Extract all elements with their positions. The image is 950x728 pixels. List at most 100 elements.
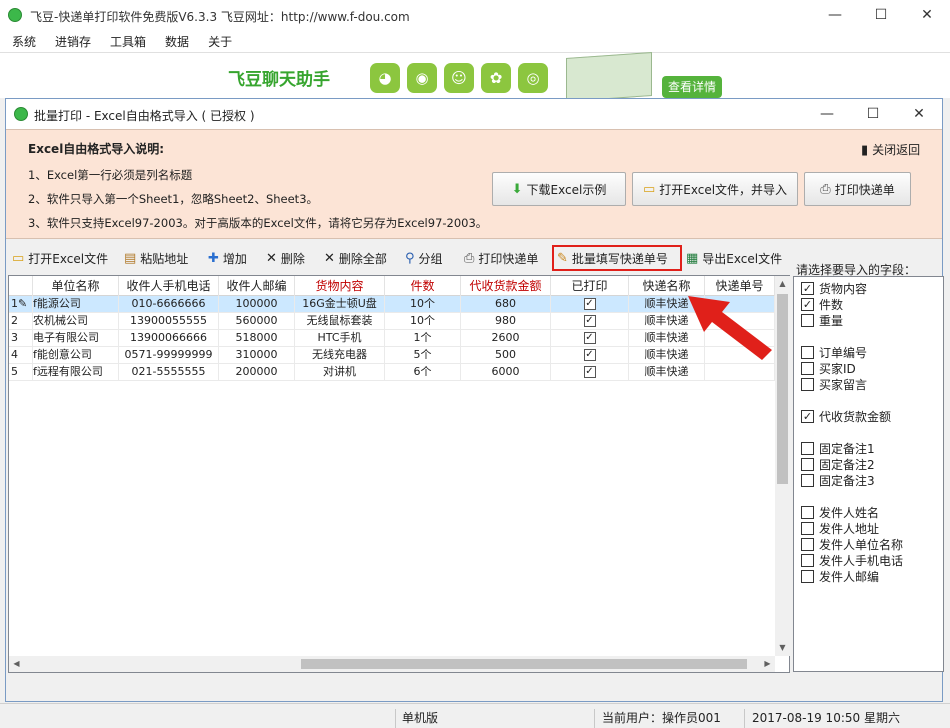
field-order-no[interactable]: 订单编号 <box>801 344 867 361</box>
checkbox-empty-icon[interactable] <box>801 522 814 535</box>
scroll-down-icon[interactable]: ▼ <box>775 640 790 656</box>
cell-qty[interactable]: 6个 <box>385 364 461 381</box>
table-row[interactable]: 2 农机械公司 13900055555 560000 无线鼠标套装 10个 98… <box>9 313 775 330</box>
cell-goods[interactable]: 16G金士顿U盘 <box>295 296 385 313</box>
dialog-maximize-icon[interactable]: ☐ <box>850 99 896 129</box>
cell-company[interactable]: f能创意公司 <box>33 347 119 364</box>
checkbox-empty-icon[interactable] <box>801 314 814 327</box>
cell-qty[interactable]: 10个 <box>385 313 461 330</box>
group-button[interactable]: ⚲ 分组 <box>405 248 443 268</box>
scroll-left-icon[interactable]: ◀ <box>9 656 24 672</box>
cell-zip[interactable]: 310000 <box>219 347 295 364</box>
cell-qty[interactable]: 1个 <box>385 330 461 347</box>
field-sender-company[interactable]: 发件人单位名称 <box>801 536 903 553</box>
horizontal-scroll-thumb[interactable] <box>301 659 747 669</box>
checkbox-empty-icon[interactable] <box>801 362 814 375</box>
checkbox-empty-icon[interactable] <box>801 442 814 455</box>
download-sample-button[interactable]: ⬇ 下载Excel示例 <box>492 172 626 206</box>
checkbox-empty-icon[interactable] <box>801 458 814 471</box>
col-goods[interactable]: 货物内容 <box>295 276 385 296</box>
menu-about[interactable]: 关于 <box>196 30 239 52</box>
checkbox-empty-icon[interactable] <box>801 570 814 583</box>
field-note-3[interactable]: 固定备注3 <box>801 472 875 489</box>
cell-courier[interactable]: 顺丰快递 <box>629 364 705 381</box>
checkbox-checked-icon[interactable]: ✓ <box>801 298 814 311</box>
field-sender-phone[interactable]: 发件人手机电话 <box>801 552 903 569</box>
cell-cod[interactable]: 2600 <box>461 330 551 347</box>
cell-company[interactable]: 电子有限公司 <box>33 330 119 347</box>
cell-printed[interactable]: ✓ <box>551 296 629 313</box>
printed-checkbox[interactable]: ✓ <box>583 366 596 378</box>
cell-company[interactable]: f能源公司 <box>33 296 119 313</box>
data-grid[interactable]: 单位名称 收件人手机电话 收件人邮编 货物内容 件数 代收货款金额 已打印 快递… <box>8 275 790 673</box>
menu-toolbox[interactable]: 工具箱 <box>98 30 153 52</box>
vertical-scroll-thumb[interactable] <box>777 294 788 484</box>
checkbox-empty-icon[interactable] <box>801 538 814 551</box>
cell-printed[interactable]: ✓ <box>551 364 629 381</box>
cell-waybill[interactable] <box>705 364 775 381</box>
paste-address-button[interactable]: ▤ 粘贴地址 <box>124 248 188 268</box>
dialog-close-icon[interactable]: ✕ <box>896 99 942 129</box>
field-note-2[interactable]: 固定备注2 <box>801 456 875 473</box>
col-zip[interactable]: 收件人邮编 <box>219 276 295 296</box>
col-company[interactable]: 单位名称 <box>33 276 119 296</box>
cell-phone[interactable]: 13900055555 <box>119 313 219 330</box>
checkbox-empty-icon[interactable] <box>801 474 814 487</box>
printed-checkbox[interactable]: ✓ <box>583 298 596 310</box>
scroll-right-icon[interactable]: ▶ <box>760 656 775 672</box>
cell-goods[interactable]: HTC手机 <box>295 330 385 347</box>
close-return-link[interactable]: ▮ 关闭返回 <box>861 141 920 158</box>
checkbox-empty-icon[interactable] <box>801 346 814 359</box>
table-row[interactable]: 4 f能创意公司 0571-99999999 310000 无线充电器 5个 5… <box>9 347 775 364</box>
cell-zip[interactable]: 560000 <box>219 313 295 330</box>
cell-qty[interactable]: 5个 <box>385 347 461 364</box>
menu-inventory[interactable]: 进销存 <box>43 30 98 52</box>
field-cod[interactable]: ✓ 代收货款金额 <box>801 408 891 425</box>
cell-cod[interactable]: 6000 <box>461 364 551 381</box>
printed-checkbox[interactable]: ✓ <box>583 315 596 327</box>
cell-phone[interactable]: 010-6666666 <box>119 296 219 313</box>
cell-phone[interactable]: 13900066666 <box>119 330 219 347</box>
field-sender-address[interactable]: 发件人地址 <box>801 520 879 537</box>
cell-zip[interactable]: 518000 <box>219 330 295 347</box>
toolbar-print-waybill-button[interactable]: ⎙ 打印快递单 <box>464 248 538 268</box>
scroll-up-icon[interactable]: ▲ <box>775 276 790 292</box>
dialog-minimize-icon[interactable]: — <box>804 99 850 129</box>
cell-cod[interactable]: 980 <box>461 313 551 330</box>
field-buyer-id[interactable]: 买家ID <box>801 360 856 377</box>
field-qty[interactable]: ✓ 件数 <box>801 296 843 313</box>
cell-qty[interactable]: 10个 <box>385 296 461 313</box>
cell-goods[interactable]: 无线鼠标套装 <box>295 313 385 330</box>
export-excel-button[interactable]: ▦ 导出Excel文件 <box>686 248 782 268</box>
cell-goods[interactable]: 无线充电器 <box>295 347 385 364</box>
col-cod[interactable]: 代收货款金额 <box>461 276 551 296</box>
field-buyer-message[interactable]: 买家留言 <box>801 376 867 393</box>
table-row[interactable]: 3 电子有限公司 13900066666 518000 HTC手机 1个 260… <box>9 330 775 347</box>
view-details-button[interactable]: 查看详情 <box>662 76 722 98</box>
col-printed[interactable]: 已打印 <box>551 276 629 296</box>
menu-data[interactable]: 数据 <box>153 30 196 52</box>
cell-cod[interactable]: 500 <box>461 347 551 364</box>
cell-phone[interactable]: 021-5555555 <box>119 364 219 381</box>
col-phone[interactable]: 收件人手机电话 <box>119 276 219 296</box>
checkbox-checked-icon[interactable]: ✓ <box>801 282 814 295</box>
cell-company[interactable]: f远程有限公司 <box>33 364 119 381</box>
maximize-icon[interactable]: ☐ <box>858 0 904 30</box>
horizontal-scrollbar[interactable]: ◀ ▶ <box>9 656 775 672</box>
add-button[interactable]: ✚ 增加 <box>208 248 247 268</box>
open-import-button[interactable]: ▭ 打开Excel文件，并导入 <box>632 172 798 206</box>
checkbox-empty-icon[interactable] <box>801 378 814 391</box>
col-qty[interactable]: 件数 <box>385 276 461 296</box>
cell-printed[interactable]: ✓ <box>551 330 629 347</box>
vertical-scrollbar[interactable]: ▲ ▼ <box>775 276 790 656</box>
print-waybill-button[interactable]: ⎙ 打印快递单 <box>804 172 911 206</box>
field-sender-name[interactable]: 发件人姓名 <box>801 504 879 521</box>
delete-button[interactable]: ✕ 删除 <box>266 248 305 268</box>
checkbox-checked-icon[interactable]: ✓ <box>801 410 814 423</box>
table-row[interactable]: 5 f远程有限公司 021-5555555 200000 对讲机 6个 6000… <box>9 364 775 381</box>
minimize-icon[interactable]: — <box>812 0 858 30</box>
cell-printed[interactable]: ✓ <box>551 347 629 364</box>
field-sender-zip[interactable]: 发件人邮编 <box>801 568 879 585</box>
checkbox-empty-icon[interactable] <box>801 506 814 519</box>
field-note-1[interactable]: 固定备注1 <box>801 440 875 457</box>
